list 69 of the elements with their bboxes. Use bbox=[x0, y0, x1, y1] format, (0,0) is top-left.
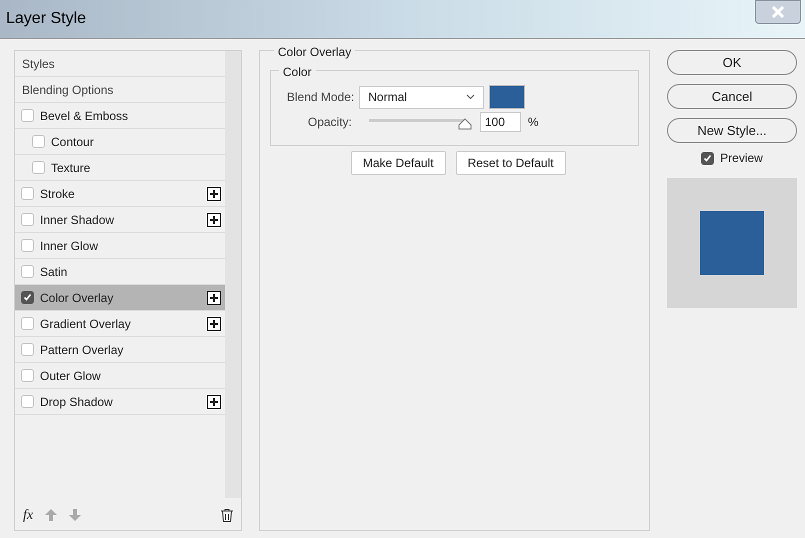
style-item[interactable]: Color Overlay bbox=[15, 285, 225, 311]
add-icon[interactable] bbox=[206, 212, 221, 226]
up-arrow-icon[interactable] bbox=[45, 509, 58, 521]
window-title: Layer Style bbox=[6, 9, 86, 29]
style-label: Texture bbox=[51, 160, 92, 176]
checkmark-icon bbox=[703, 154, 712, 162]
style-label: Satin bbox=[40, 264, 68, 280]
checkbox[interactable] bbox=[21, 291, 34, 304]
checkbox[interactable] bbox=[21, 369, 34, 382]
style-label: Stroke bbox=[40, 186, 76, 202]
fx-button[interactable]: fx bbox=[23, 504, 34, 526]
style-item[interactable]: Styles bbox=[15, 51, 225, 77]
style-item[interactable]: Inner Glow bbox=[15, 233, 225, 259]
style-item[interactable]: Gradient Overlay bbox=[15, 311, 225, 337]
close-button[interactable] bbox=[755, 0, 801, 24]
close-icon bbox=[771, 6, 785, 18]
checkbox[interactable] bbox=[21, 213, 34, 226]
percent-unit: % bbox=[528, 114, 539, 131]
dialog-button[interactable]: Cancel bbox=[667, 84, 797, 109]
preview-label: Preview bbox=[720, 150, 763, 167]
add-icon[interactable] bbox=[206, 316, 221, 330]
style-label: Bevel & Emboss bbox=[40, 108, 130, 124]
opacity-field[interactable]: 100 bbox=[480, 112, 521, 132]
checkbox[interactable] bbox=[701, 152, 714, 164]
style-label: Contour bbox=[51, 134, 95, 150]
style-item[interactable]: Contour bbox=[15, 129, 225, 155]
checkbox[interactable] bbox=[21, 343, 34, 356]
style-label: Inner Shadow bbox=[40, 212, 116, 228]
panel-button[interactable]: Make Default bbox=[350, 151, 446, 175]
checkbox[interactable] bbox=[21, 265, 34, 278]
style-item[interactable]: Outer Glow bbox=[15, 363, 225, 389]
style-label: Gradient Overlay bbox=[40, 316, 132, 332]
blend-mode-dropdown[interactable]: Normal bbox=[359, 86, 484, 108]
style-item[interactable]: Drop Shadow bbox=[15, 389, 225, 415]
add-icon[interactable] bbox=[206, 290, 221, 304]
chevron-down-icon bbox=[466, 94, 476, 100]
panel-button[interactable]: Reset to Default bbox=[456, 151, 566, 175]
opacity-label: Opacity: bbox=[308, 114, 353, 131]
style-label: Pattern Overlay bbox=[40, 342, 124, 358]
down-arrow-icon[interactable] bbox=[69, 509, 82, 521]
checkbox[interactable] bbox=[21, 239, 34, 252]
preview-swatch bbox=[700, 211, 764, 275]
style-item[interactable]: Stroke bbox=[15, 181, 225, 207]
style-label: Outer Glow bbox=[40, 368, 102, 384]
checkbox[interactable] bbox=[21, 395, 34, 408]
trash-icon[interactable] bbox=[220, 508, 233, 522]
color-swatch[interactable] bbox=[489, 85, 526, 109]
style-label: Inner Glow bbox=[40, 238, 100, 254]
checkbox[interactable] bbox=[21, 109, 34, 122]
checkbox[interactable] bbox=[32, 161, 45, 174]
style-item[interactable]: Inner Shadow bbox=[15, 207, 225, 233]
style-item[interactable]: Blending Options bbox=[15, 77, 225, 103]
checkbox[interactable] bbox=[32, 135, 45, 148]
style-label: Color Overlay bbox=[40, 290, 114, 306]
style-item[interactable]: Texture bbox=[15, 155, 225, 181]
style-label: Drop Shadow bbox=[40, 394, 114, 410]
slider-thumb[interactable] bbox=[458, 118, 472, 130]
dialog-button[interactable]: New Style... bbox=[667, 118, 797, 143]
add-icon[interactable] bbox=[206, 186, 221, 200]
style-item[interactable]: Bevel & Emboss bbox=[15, 103, 225, 129]
add-icon[interactable] bbox=[206, 394, 221, 408]
dialog-button[interactable]: OK bbox=[667, 50, 797, 75]
style-item[interactable]: Pattern Overlay bbox=[15, 337, 225, 363]
blend-mode-label: Blend Mode: bbox=[286, 89, 354, 106]
checkbox[interactable] bbox=[21, 187, 34, 200]
style-label: Styles bbox=[21, 56, 56, 72]
style-label: Blending Options bbox=[21, 82, 114, 98]
checkbox[interactable] bbox=[21, 317, 34, 330]
checkmark-icon bbox=[23, 293, 32, 302]
